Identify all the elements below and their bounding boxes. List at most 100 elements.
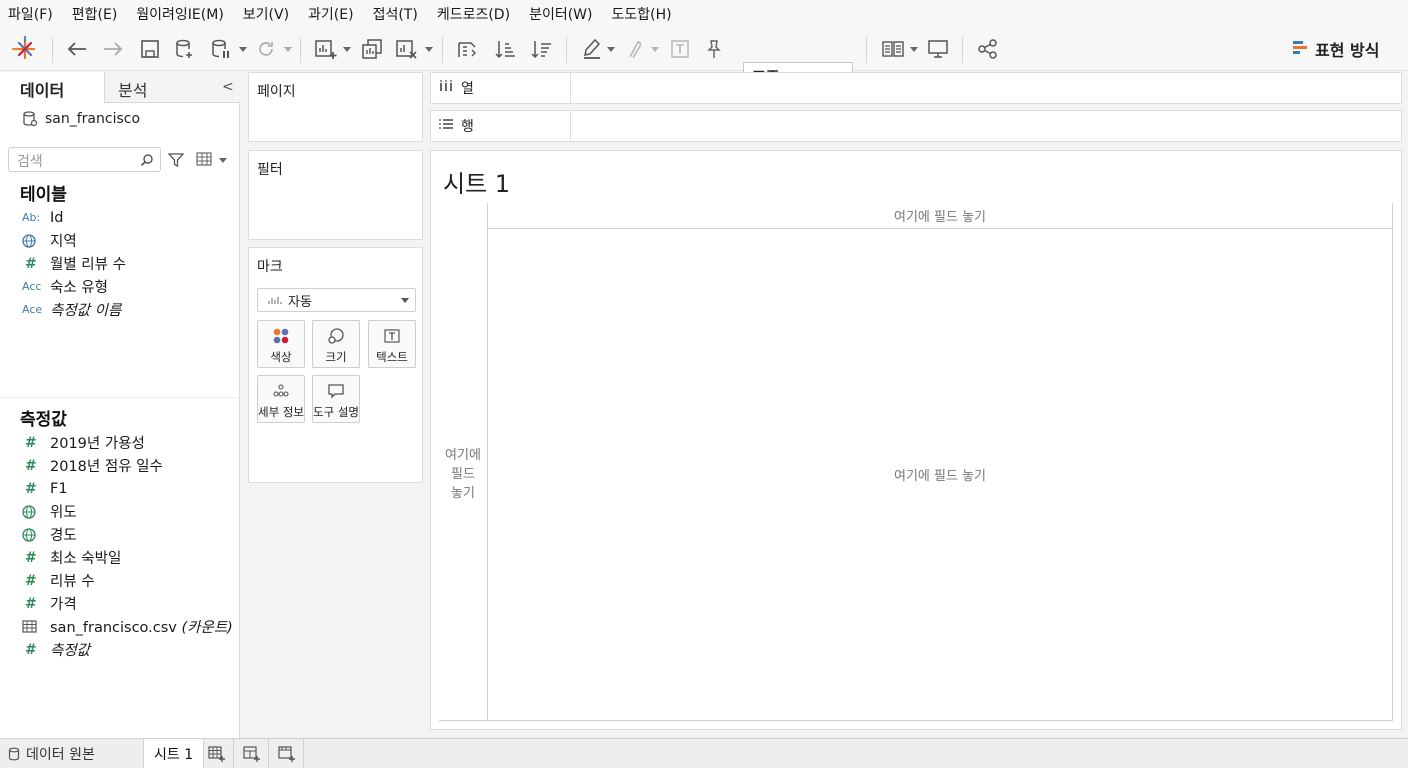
tableau-logo-icon[interactable]	[12, 35, 38, 63]
field-item[interactable]: Acc 숙소 유형	[0, 275, 240, 298]
field-item[interactable]: # 측정값	[0, 638, 240, 661]
columns-icon	[439, 80, 453, 96]
field-item[interactable]: # 월별 리뷰 수	[0, 252, 240, 275]
tooltip-button[interactable]: 도구 설명	[312, 375, 360, 423]
datasource-icon	[23, 111, 38, 127]
new-story-icon	[277, 746, 295, 762]
sheet-title[interactable]: 시트 1	[443, 164, 510, 199]
field-item[interactable]: # 2018년 점유 일수	[0, 454, 240, 477]
string-field-icon: Ab:	[22, 211, 41, 224]
worksheet-view: 시트 1 여기에 필드 놓기 여기에 필드 놓기 여기에 필드 놓기	[430, 150, 1402, 730]
detail-button[interactable]: 세부 정보	[257, 375, 305, 423]
field-item[interactable]: # 가격	[0, 592, 240, 615]
color-button[interactable]: 색상	[257, 320, 305, 368]
redo-icon[interactable]	[100, 35, 126, 63]
pause-datasource-icon[interactable]	[208, 35, 234, 63]
group-dropdown-icon[interactable]	[651, 47, 659, 52]
field-item[interactable]: # 2019년 가용성	[0, 431, 240, 454]
sort-ascending-icon[interactable]	[492, 35, 518, 63]
view-data-icon[interactable]	[196, 152, 212, 166]
show-cards-icon[interactable]	[880, 35, 906, 63]
show-cards-dropdown-icon[interactable]	[910, 47, 918, 52]
datasource-tab[interactable]: 데이터 원본	[8, 739, 95, 768]
view-drop-zone[interactable]: 여기에 필드 놓기	[488, 229, 1393, 721]
size-button[interactable]: 크기	[312, 320, 360, 368]
field-item[interactable]: san_francisco.csv (카운트)	[0, 615, 240, 638]
group-members-icon[interactable]	[622, 35, 646, 63]
menu-edit[interactable]: 편합(E)	[72, 4, 118, 24]
highlight-dropdown-icon[interactable]	[607, 47, 615, 52]
field-label: F1	[50, 480, 68, 497]
new-worksheet-icon[interactable]	[313, 35, 339, 63]
new-story-tab[interactable]	[270, 739, 304, 768]
field-item[interactable]: # 최소 숙박일	[0, 546, 240, 569]
field-item[interactable]: 경도	[0, 523, 240, 546]
menu-view[interactable]: 보기(V)	[243, 4, 289, 24]
marks-title: 마크	[257, 259, 283, 275]
field-label: 지역	[50, 234, 77, 250]
field-label: 리뷰 수	[50, 574, 95, 590]
undo-icon[interactable]	[64, 35, 90, 63]
sort-descending-icon[interactable]	[528, 35, 554, 63]
automatic-mark-icon	[268, 297, 282, 304]
menu-analysis[interactable]: 분이터(W)	[529, 4, 592, 24]
field-item[interactable]: 위도	[0, 500, 240, 523]
menu-help[interactable]: 도도합(H)	[611, 4, 671, 24]
filters-shelf[interactable]: 필터	[248, 150, 423, 240]
search-input[interactable]: 검색	[8, 147, 161, 172]
field-item[interactable]: # 리뷰 수	[0, 569, 240, 592]
refresh-dropdown-icon[interactable]	[284, 47, 292, 52]
rows-shelf[interactable]: 행	[430, 110, 1402, 142]
menu-dashboard[interactable]: 접석(T)	[373, 4, 418, 24]
show-me-label: 표현 방식	[1315, 41, 1380, 60]
row-drop-zone[interactable]: 여기에 필드 놓기	[439, 229, 488, 721]
sheet-tab[interactable]: 시트 1	[143, 739, 205, 768]
filter-fields-icon[interactable]	[168, 152, 184, 168]
pause-datasource-dropdown-icon[interactable]	[239, 47, 247, 52]
view-data-dropdown-icon[interactable]	[219, 158, 227, 163]
new-dashboard-tab[interactable]	[235, 739, 269, 768]
share-icon[interactable]	[976, 35, 1000, 63]
text-button[interactable]: 텍스트	[368, 320, 416, 368]
menu-worksheet[interactable]: 과기(E)	[308, 4, 354, 24]
show-me-button[interactable]: 표현 방식	[1293, 35, 1379, 63]
refresh-icon[interactable]	[254, 35, 278, 63]
new-worksheet-tab[interactable]	[200, 739, 234, 768]
column-drop-zone[interactable]: 여기에 필드 놓기	[487, 203, 1393, 229]
datasource-item[interactable]: san_francisco	[22, 110, 140, 128]
new-datasource-icon[interactable]	[172, 35, 198, 63]
save-icon[interactable]	[138, 35, 162, 63]
field-item[interactable]: 지역	[0, 229, 240, 252]
toolbar-separator	[866, 37, 867, 63]
field-item[interactable]: Ab: Id	[0, 206, 240, 229]
pane-divider[interactable]	[0, 397, 240, 398]
field-label: 2019년 가용성	[50, 436, 145, 452]
new-worksheet-dropdown-icon[interactable]	[343, 47, 351, 52]
menu-story[interactable]: 케드로즈(D)	[437, 4, 510, 24]
tab-data[interactable]: 데이터	[0, 72, 105, 103]
toolbar-separator	[962, 37, 963, 63]
field-label-suffix: (카운트)	[181, 620, 233, 636]
pages-shelf[interactable]: 페이지	[248, 72, 423, 142]
clear-sheet-icon[interactable]	[394, 35, 420, 63]
number-field-icon: #	[25, 549, 37, 566]
tab-analysis[interactable]: 분석	[118, 77, 147, 101]
field-label: 최소 숙박일	[50, 551, 122, 567]
fix-axes-icon[interactable]	[702, 35, 726, 63]
number-field-icon: #	[25, 457, 37, 474]
menu-file[interactable]: 파일(F)	[8, 4, 53, 24]
menu-view-2[interactable]: 웜이려잉IE(M)	[136, 4, 224, 24]
mark-type-select[interactable]: 자동	[257, 288, 416, 312]
duplicate-sheet-icon[interactable]	[360, 35, 384, 63]
presentation-mode-icon[interactable]	[926, 35, 950, 63]
globe-icon	[0, 527, 50, 542]
field-item[interactable]: Ace 측정값 이름	[0, 298, 240, 321]
show-mark-labels-icon[interactable]	[668, 35, 692, 63]
collapse-pane-icon[interactable]: <	[222, 79, 234, 95]
highlight-icon[interactable]	[580, 35, 604, 63]
rows-label: 행	[461, 119, 474, 135]
swap-rows-columns-icon[interactable]	[454, 35, 480, 63]
field-item[interactable]: # F1	[0, 477, 240, 500]
columns-shelf[interactable]: 열	[430, 72, 1402, 104]
clear-sheet-dropdown-icon[interactable]	[425, 47, 433, 52]
